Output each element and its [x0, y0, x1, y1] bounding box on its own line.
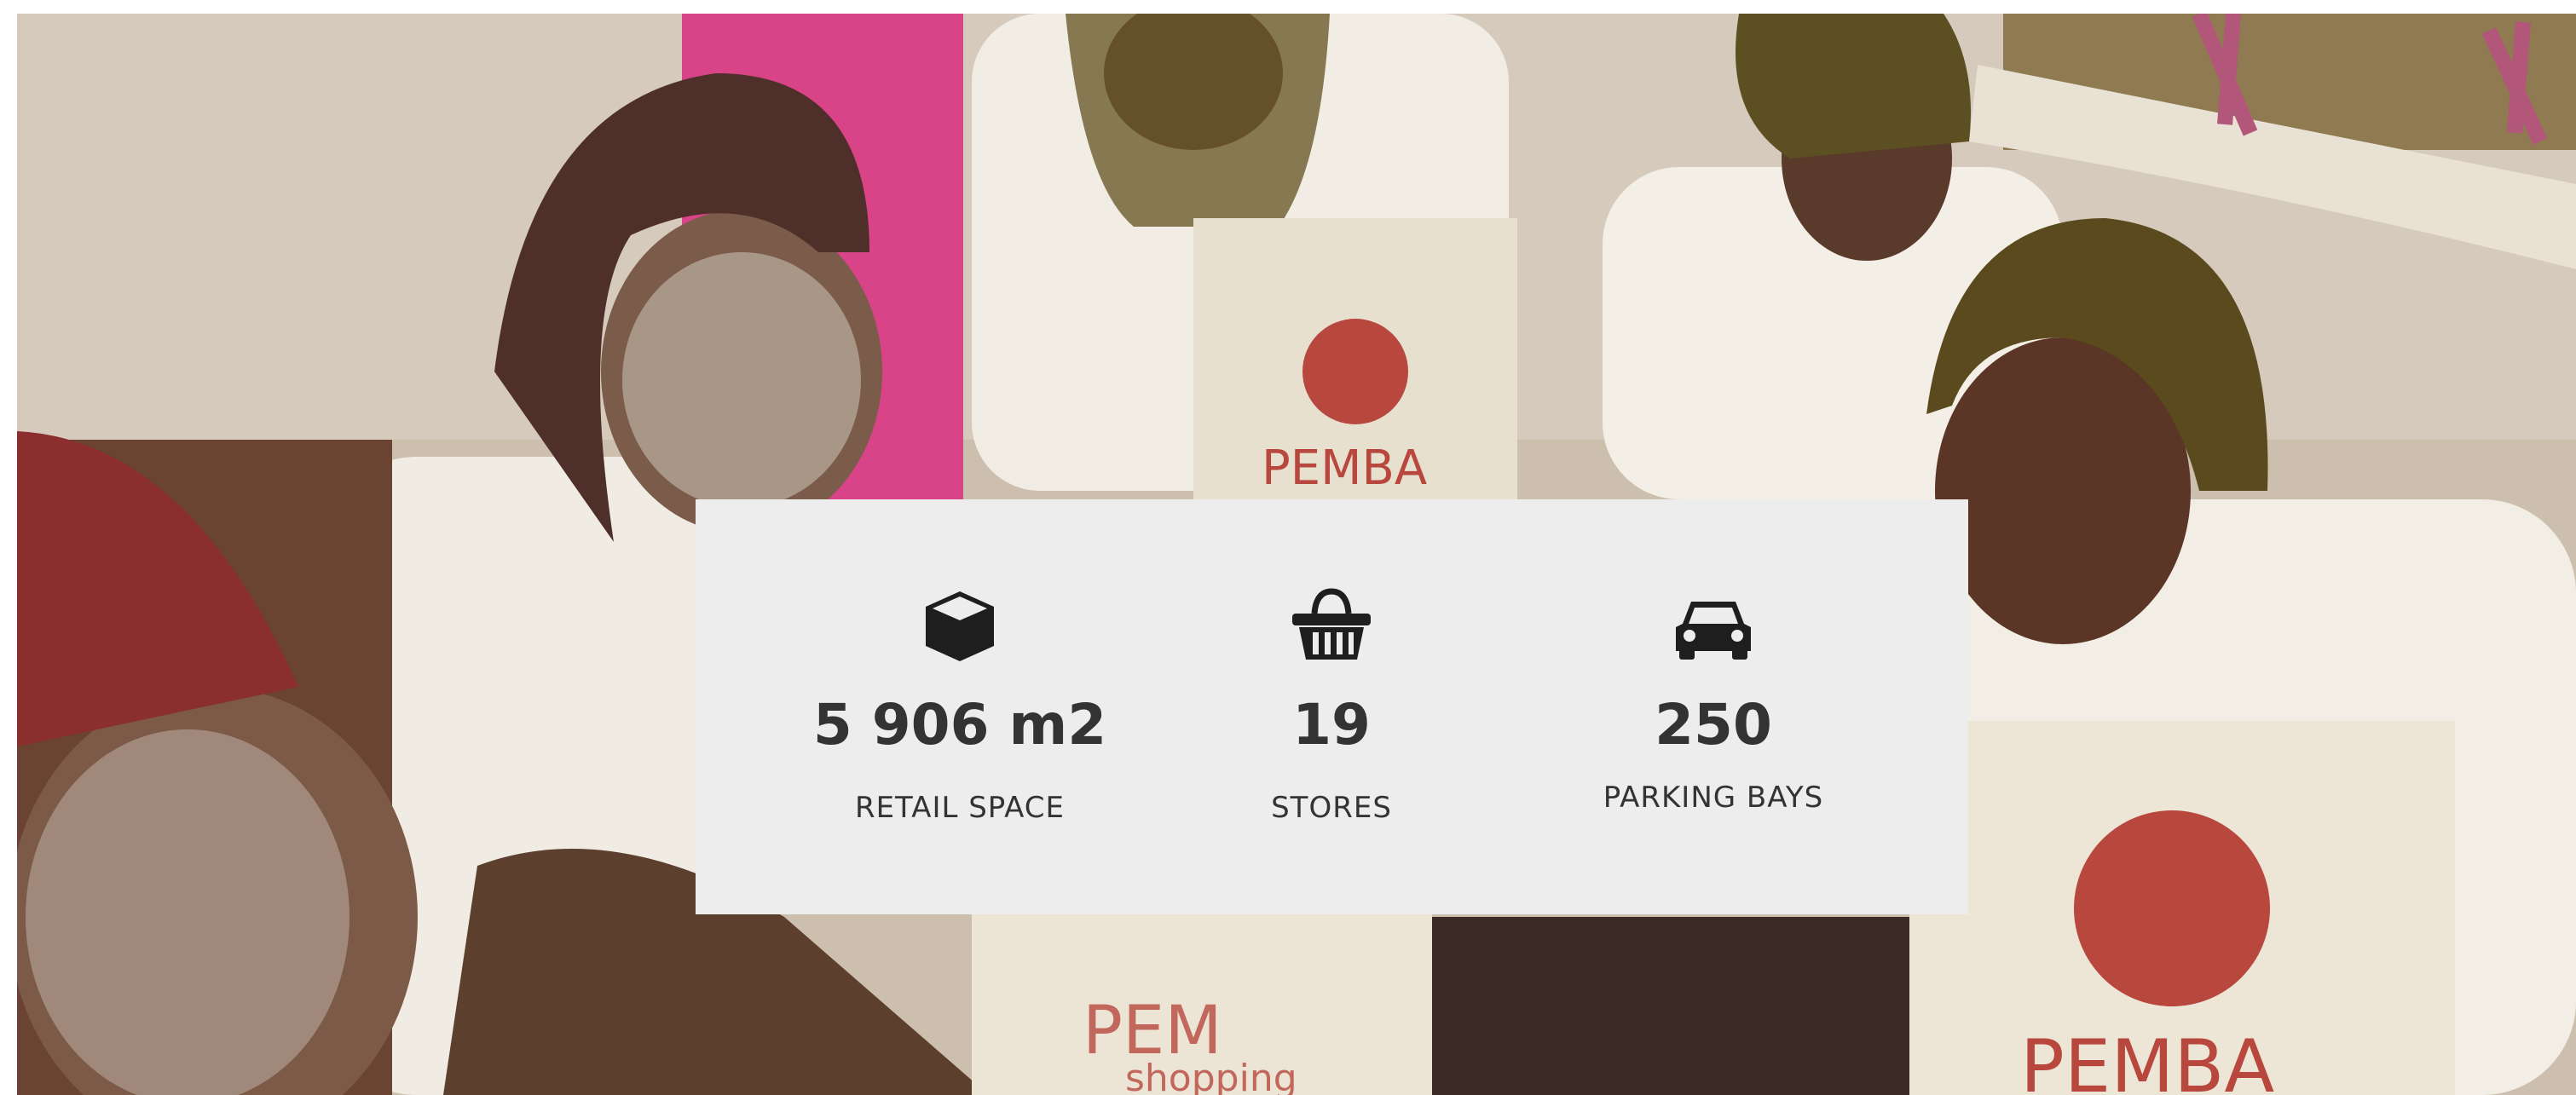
bag-subtitle-bottom: shopping	[1125, 1057, 1297, 1095]
lower-center-shadow	[1432, 917, 1909, 1095]
stat-retail-space: 5 906 m2 RETAIL SPACE	[764, 499, 1156, 914]
stats-panel: 5 906 m2 RETAIL SPACE 19 STORES 250 PARK…	[696, 499, 1968, 914]
bag-brand-right: PEMBA	[2020, 1024, 2274, 1095]
scarf-right	[1736, 14, 1971, 158]
car-icon	[1672, 585, 1754, 666]
parking-bays-value: 250	[1655, 692, 1772, 758]
cube-icon	[919, 585, 1001, 666]
bag-logo-right	[2074, 810, 2270, 1006]
stat-stores: 19 STORES	[1135, 499, 1528, 914]
retail-space-value: 5 906 m2	[812, 692, 1107, 758]
hero-image: PEMBA PEM shopping PEMBA 5 906 m2 RETAIL…	[17, 14, 2576, 1095]
basket-icon	[1291, 585, 1372, 666]
page: PEMBA PEM shopping PEMBA 5 906 m2 RETAIL…	[0, 0, 2576, 1095]
bag-brand-top: PEMBA	[1262, 441, 1427, 496]
retail-space-label: RETAIL SPACE	[854, 791, 1066, 825]
face-paint-left	[622, 252, 861, 508]
stat-parking-bays: 250 PARKING BAYS	[1517, 499, 1909, 914]
stores-label: STORES	[1271, 791, 1392, 825]
bag-logo-top	[1302, 319, 1408, 424]
parking-bays-label: PARKING BAYS	[1603, 781, 1824, 815]
face-paint-far-left	[26, 729, 349, 1095]
stores-value: 19	[1292, 692, 1371, 758]
